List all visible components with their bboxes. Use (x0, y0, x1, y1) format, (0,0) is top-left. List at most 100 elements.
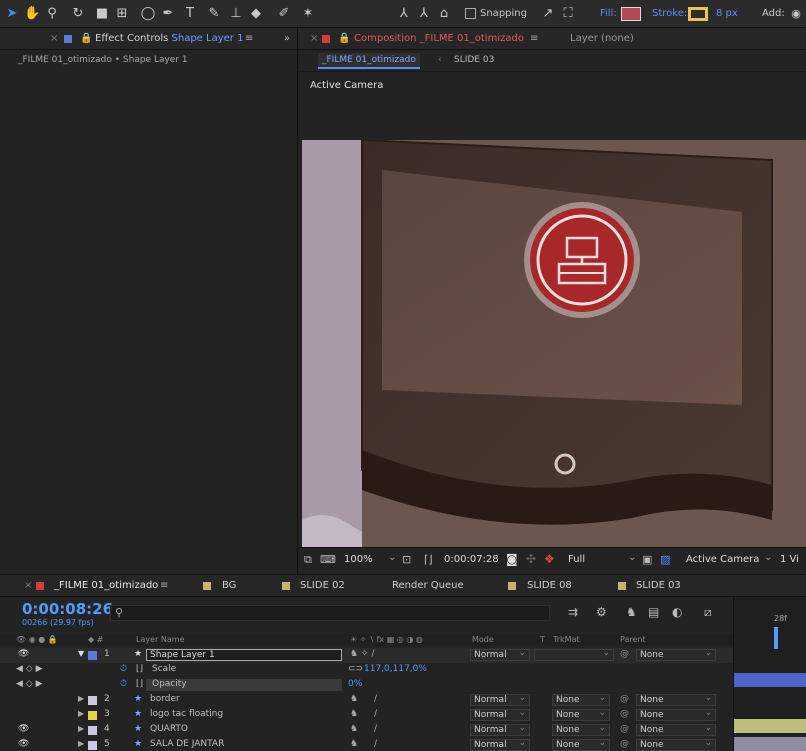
parent-dropdown[interactable]: None (636, 708, 716, 721)
layer-bar-4[interactable] (734, 737, 806, 751)
zoom-level[interactable]: 100% (344, 554, 373, 565)
table-row[interactable]: 👁 ▶ 4 ★ QUARTO ♞ ∕ Normal None @ None (0, 723, 733, 738)
panel-menu-icon[interactable]: ≡ (245, 33, 253, 44)
current-time[interactable]: 0:00:08:26 (22, 600, 113, 618)
snap-options-icon[interactable]: ↗ (540, 6, 556, 22)
fill-swatch[interactable] (621, 7, 641, 21)
table-row[interactable]: 👁 ▶ 5 ★ SALA DE JANTAR ♞ ∕ Normal None @… (0, 738, 733, 751)
shy-switch-icon[interactable]: ♞ (350, 739, 358, 749)
parent-dropdown[interactable]: None (636, 723, 716, 736)
quality-switch-icon[interactable]: ∕ (374, 724, 377, 734)
shy-switch-icon[interactable]: ♞ (350, 709, 358, 719)
graph-editor-icon[interactable]: ⧄ (704, 605, 712, 620)
mode-dropdown[interactable]: Normal (470, 738, 530, 751)
zoom-dropdown-icon[interactable]: ⌄ (388, 552, 396, 563)
views-dropdown[interactable]: 1 Vi (780, 554, 799, 565)
mode-header[interactable]: Mode (472, 635, 494, 644)
view-axis-icon[interactable]: ⌂ (436, 6, 452, 22)
lock-icon[interactable]: 🔒 (80, 33, 92, 44)
zoom-tool-icon[interactable]: ⚲ (44, 6, 60, 22)
roto-brush-tool-icon[interactable]: ✐ (276, 6, 292, 22)
draft-3d-icon[interactable]: ⚙ (596, 605, 607, 619)
timeline-tab-3[interactable]: Render Queue (392, 580, 464, 591)
composition-tab[interactable]: Composition _FILME 01_otimizado (354, 33, 524, 44)
shy-switch-icon[interactable]: ♞ ✧ ∕ (350, 649, 374, 659)
layer-label-color[interactable] (88, 711, 97, 720)
close-tab-icon[interactable]: × (310, 33, 318, 44)
close-tab-icon[interactable]: × (50, 33, 58, 44)
quality-switch-icon[interactable]: ∕ (374, 709, 377, 719)
visibility-icon[interactable]: 👁 (18, 649, 29, 659)
region-of-interest-icon[interactable]: ▣ (642, 553, 652, 566)
layer-name[interactable]: logo tac floating (150, 709, 223, 719)
layer-name[interactable]: SALA DE JANTAR (150, 739, 224, 749)
layer-name[interactable]: border (150, 694, 180, 704)
camera-dropdown-icon[interactable]: ⌄ (764, 552, 772, 563)
panel-menu-icon[interactable]: ≡ (530, 33, 538, 44)
table-row[interactable]: 👁 ▼ 1 ★ Shape Layer 1 ♞ ✧ ∕ Normal @ Non… (0, 648, 733, 663)
layer-label-color[interactable] (88, 741, 97, 750)
layer-search-input[interactable]: ⚲ (110, 605, 550, 621)
shy-switch-icon[interactable]: ♞ (350, 694, 358, 704)
flow-next-comp[interactable]: SLIDE 03 (454, 55, 494, 65)
table-row[interactable]: ▶ 3 ★ logo tac floating ♞ ∕ Normal None … (0, 708, 733, 723)
stopwatch-icon[interactable]: ⏱ (120, 664, 127, 674)
panel-overflow-icon[interactable]: » (284, 33, 290, 44)
effect-controls-tab[interactable]: Effect Controls Shape Layer 1 (95, 33, 243, 44)
monitor-icon[interactable]: ⌨ (320, 553, 336, 566)
quality-switch-icon[interactable]: ∕ (374, 694, 377, 704)
always-preview-icon[interactable]: ⧉ (304, 553, 312, 567)
layer-name-field[interactable]: Shape Layer 1 (146, 649, 342, 661)
flow-current-comp[interactable]: _FILME 01_otimizado (318, 53, 420, 69)
keyframe-nav-icon[interactable]: ◀ ◇ ▶ (16, 679, 43, 689)
layer-tab[interactable]: Layer (none) (570, 33, 634, 44)
composition-viewer[interactable] (302, 140, 806, 547)
layer-name-header[interactable]: Layer Name (136, 635, 184, 644)
snapshot-icon[interactable]: ◙ (506, 552, 518, 566)
table-row[interactable]: ▶ 2 ★ border ♞ ∕ Normal None @ None (0, 693, 733, 708)
trkmat-dropdown[interactable]: None (552, 723, 610, 736)
close-tab-icon[interactable]: × (24, 580, 32, 591)
lock-icon[interactable]: 🔒 (338, 33, 350, 44)
property-row[interactable]: ◀ ◇ ▶ ⏱ ⌊⌋ Scale ⊂⊃ 117,0,117,0% (0, 663, 733, 678)
layer-label-color[interactable] (88, 726, 97, 735)
comp-mini-flowchart-icon[interactable]: ⇉ (568, 605, 578, 619)
parent-dropdown[interactable]: None (636, 738, 716, 751)
shy-switch-icon[interactable]: ♞ (350, 724, 358, 734)
visibility-icon[interactable]: 👁 (18, 739, 29, 749)
timeline-tab-1[interactable]: BG (222, 580, 236, 591)
brush-tool-icon[interactable]: ✎ (206, 6, 222, 22)
expand-triangle-icon[interactable]: ▶ (78, 694, 84, 703)
add-menu-icon[interactable]: ◉ (788, 6, 804, 22)
keyframe-nav-icon[interactable]: ◀ ◇ ▶ (16, 664, 43, 674)
expand-triangle-icon[interactable]: ▼ (78, 649, 84, 658)
timeline-ruler-area[interactable]: 28f (733, 597, 806, 751)
layer-label-color[interactable] (88, 696, 97, 705)
pen-tool-icon[interactable]: ✒ (160, 6, 176, 22)
viewer-timecode[interactable]: 0:00:07:28 (444, 554, 499, 565)
camera-tool-icon[interactable]: ■ (94, 6, 110, 22)
show-snapshot-icon[interactable]: ✣ (526, 552, 536, 566)
snapping-checkbox[interactable] (465, 8, 476, 19)
visibility-icon[interactable]: 👁 (18, 724, 29, 734)
fill-label[interactable]: Fill: (600, 8, 617, 19)
transparency-grid-icon[interactable]: ▨ (660, 553, 670, 566)
frame-blending-icon[interactable]: ▤ (648, 605, 659, 619)
parent-dropdown[interactable]: None (636, 648, 716, 661)
timeline-tab-2[interactable]: SLIDE 02 (300, 580, 345, 591)
panel-menu-icon[interactable]: ≡ (160, 580, 168, 591)
camera-dropdown[interactable]: Active Camera (686, 554, 759, 565)
layer-label-color[interactable] (88, 651, 97, 660)
pan-behind-tool-icon[interactable]: ⊞ (114, 6, 130, 22)
trkmat-dropdown[interactable]: None (552, 708, 610, 721)
property-value[interactable]: 0% (348, 679, 362, 689)
resolution-dropdown[interactable]: Full (568, 554, 585, 565)
timeline-tab-5[interactable]: SLIDE 03 (636, 580, 681, 591)
layer-bar-1[interactable] (734, 673, 806, 687)
property-value[interactable]: 117,0,117,0% (364, 664, 427, 674)
local-axis-icon[interactable]: ⅄ (396, 6, 412, 22)
clone-stamp-tool-icon[interactable]: ⊥ (228, 6, 244, 22)
trkmat-dropdown[interactable] (534, 648, 614, 661)
stopwatch-icon[interactable]: ⏱ (120, 679, 127, 689)
expand-triangle-icon[interactable]: ▶ (78, 724, 84, 733)
